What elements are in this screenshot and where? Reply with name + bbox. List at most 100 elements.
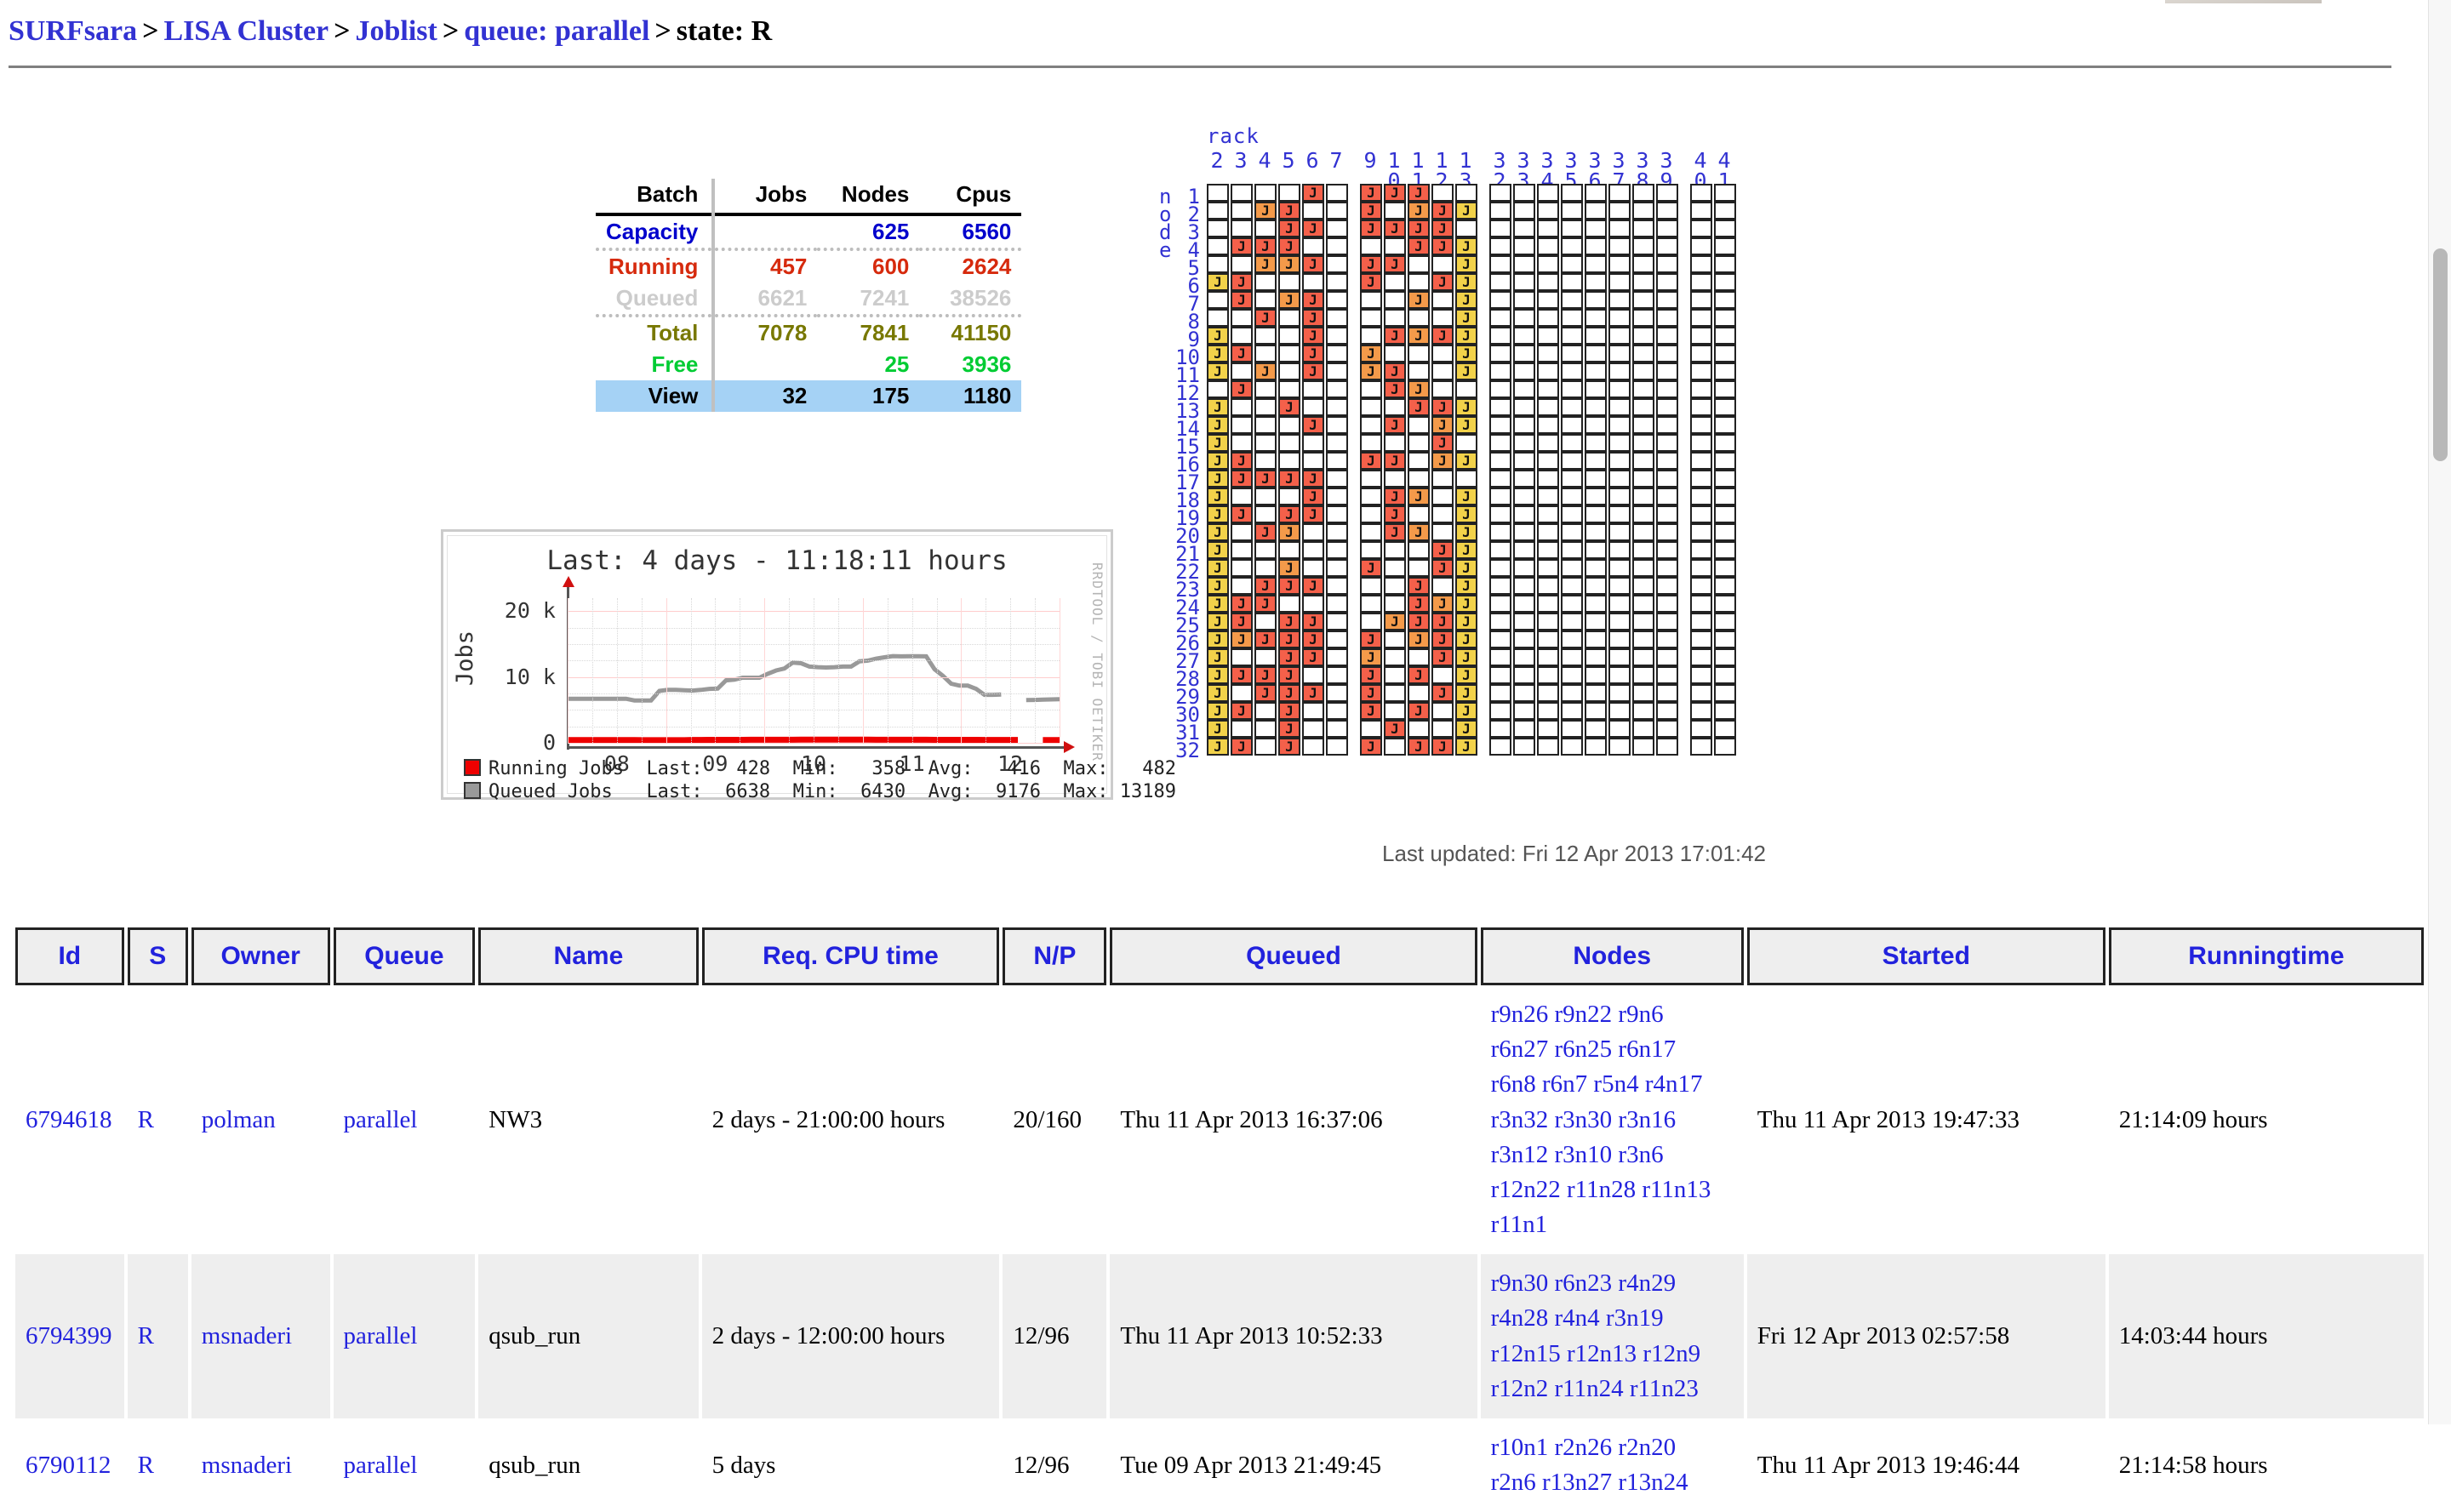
rack-cell-free[interactable] bbox=[1254, 345, 1277, 362]
rack-cell-free[interactable] bbox=[1537, 684, 1559, 702]
jobs-link-queue[interactable]: parallel bbox=[344, 1452, 418, 1479]
rack-cell-free[interactable] bbox=[1455, 380, 1477, 398]
rack-cell-occupied[interactable]: J bbox=[1254, 309, 1277, 327]
rack-cell-free[interactable] bbox=[1431, 666, 1454, 684]
jobs-cell-queue[interactable]: parallel bbox=[334, 1418, 476, 1512]
rack-cell-free[interactable] bbox=[1489, 470, 1511, 488]
rack-cell-free[interactable] bbox=[1326, 505, 1348, 523]
rack-cell-free[interactable] bbox=[1656, 291, 1678, 309]
rack-cell-free[interactable] bbox=[1656, 702, 1678, 720]
rack-cell-occupied[interactable]: J bbox=[1278, 202, 1300, 220]
rack-cell-free[interactable] bbox=[1513, 398, 1535, 416]
rack-cell-occupied[interactable]: J bbox=[1455, 362, 1477, 380]
jobs-link-id[interactable]: 6790112 bbox=[26, 1452, 111, 1479]
rack-cell-free[interactable] bbox=[1537, 470, 1559, 488]
rack-cell-free[interactable] bbox=[1231, 488, 1253, 505]
rack-cell-free[interactable] bbox=[1513, 702, 1535, 720]
rack-cell-free[interactable] bbox=[1513, 255, 1535, 273]
rack-cell-occupied[interactable]: J bbox=[1431, 541, 1454, 559]
jobs-cell-nodes[interactable]: r10n1 r2n26 r2n20r2n6 r13n27 r13n24 bbox=[1481, 1418, 1744, 1512]
rack-cell-free[interactable] bbox=[1513, 488, 1535, 505]
rack-cell-occupied[interactable]: J bbox=[1207, 416, 1229, 434]
rack-cell-free[interactable] bbox=[1608, 309, 1631, 327]
rack-cell-free[interactable] bbox=[1632, 613, 1654, 630]
rack-cell-free[interactable] bbox=[1254, 416, 1277, 434]
rack-cell-free[interactable] bbox=[1608, 613, 1631, 630]
rack-cell-free[interactable] bbox=[1431, 380, 1454, 398]
rack-cell-free[interactable] bbox=[1408, 434, 1430, 452]
rack-cell-free[interactable] bbox=[1608, 184, 1631, 202]
rack-cell-free[interactable] bbox=[1632, 541, 1654, 559]
rack-cell-free[interactable] bbox=[1326, 273, 1348, 291]
rack-cell-free[interactable] bbox=[1608, 452, 1631, 470]
rack-cell-occupied[interactable]: J bbox=[1302, 184, 1324, 202]
rack-cell-free[interactable] bbox=[1231, 327, 1253, 345]
rack-cell-free[interactable] bbox=[1489, 720, 1511, 738]
rack-cell-occupied[interactable]: J bbox=[1408, 523, 1430, 541]
rack-cell-free[interactable] bbox=[1384, 666, 1406, 684]
rack-cell-free[interactable] bbox=[1714, 273, 1736, 291]
rack-cell-free[interactable] bbox=[1207, 202, 1229, 220]
rack-cell-free[interactable] bbox=[1360, 470, 1382, 488]
rack-cell-occupied[interactable]: J bbox=[1278, 720, 1300, 738]
rack-cell-free[interactable] bbox=[1302, 738, 1324, 756]
rack-cell-free[interactable] bbox=[1326, 613, 1348, 630]
rack-cell-free[interactable] bbox=[1513, 184, 1535, 202]
rack-cell-free[interactable] bbox=[1360, 434, 1382, 452]
rack-cell-free[interactable] bbox=[1326, 237, 1348, 255]
rack-cell-free[interactable] bbox=[1608, 255, 1631, 273]
rack-cell-free[interactable] bbox=[1561, 613, 1583, 630]
rack-cell-free[interactable] bbox=[1231, 577, 1253, 595]
rack-cell-free[interactable] bbox=[1714, 309, 1736, 327]
rack-cell-free[interactable] bbox=[1608, 505, 1631, 523]
rack-cell-free[interactable] bbox=[1690, 255, 1712, 273]
rack-cell-free[interactable] bbox=[1326, 559, 1348, 577]
rack-cell-occupied[interactable]: J bbox=[1278, 577, 1300, 595]
jobs-cell-owner[interactable]: msnaderi bbox=[191, 1254, 330, 1418]
rack-cell-occupied[interactable]: J bbox=[1278, 470, 1300, 488]
rack-cell-free[interactable] bbox=[1690, 273, 1712, 291]
jobs-header-owner[interactable]: Owner bbox=[191, 927, 330, 985]
rack-cell-free[interactable] bbox=[1656, 380, 1678, 398]
rack-cell-free[interactable] bbox=[1608, 327, 1631, 345]
rack-cell-free[interactable] bbox=[1714, 237, 1736, 255]
rack-cell-free[interactable] bbox=[1585, 345, 1607, 362]
rack-cell-occupied[interactable]: J bbox=[1302, 220, 1324, 237]
rack-cell-free[interactable] bbox=[1585, 559, 1607, 577]
rack-cell-free[interactable] bbox=[1489, 184, 1511, 202]
rack-cell-occupied[interactable]: J bbox=[1302, 291, 1324, 309]
rack-cell-free[interactable] bbox=[1513, 452, 1535, 470]
rack-cell-free[interactable] bbox=[1326, 255, 1348, 273]
rack-cell-free[interactable] bbox=[1656, 684, 1678, 702]
rack-cell-free[interactable] bbox=[1489, 345, 1511, 362]
rack-cell-free[interactable] bbox=[1561, 398, 1583, 416]
rack-cell-free[interactable] bbox=[1431, 345, 1454, 362]
rack-cell-free[interactable] bbox=[1585, 505, 1607, 523]
jobs-cell-id[interactable]: 6794618 bbox=[15, 985, 124, 1254]
rack-cell-occupied[interactable]: J bbox=[1455, 273, 1477, 291]
rack-cell-occupied[interactable]: J bbox=[1360, 630, 1382, 648]
rack-cell-free[interactable] bbox=[1585, 702, 1607, 720]
jobs-cell-state[interactable]: R bbox=[128, 985, 188, 1254]
rack-cell-occupied[interactable]: J bbox=[1455, 237, 1477, 255]
rack-cell-occupied[interactable]: J bbox=[1207, 613, 1229, 630]
rack-cell-occupied[interactable]: J bbox=[1384, 327, 1406, 345]
rack-cell-free[interactable] bbox=[1608, 702, 1631, 720]
rack-cell-free[interactable] bbox=[1656, 720, 1678, 738]
rack-cell-free[interactable] bbox=[1326, 541, 1348, 559]
rack-cell-free[interactable] bbox=[1537, 738, 1559, 756]
rack-cell-occupied[interactable]: J bbox=[1408, 488, 1430, 505]
rack-cell-free[interactable] bbox=[1608, 416, 1631, 434]
rack-cell-free[interactable] bbox=[1302, 398, 1324, 416]
rack-cell-free[interactable] bbox=[1360, 327, 1382, 345]
rack-cell-free[interactable] bbox=[1632, 220, 1654, 237]
rack-cell-free[interactable] bbox=[1513, 720, 1535, 738]
rack-cell-occupied[interactable]: J bbox=[1207, 702, 1229, 720]
rack-cell-free[interactable] bbox=[1384, 291, 1406, 309]
rack-cell-occupied[interactable]: J bbox=[1384, 523, 1406, 541]
rack-cell-free[interactable] bbox=[1656, 362, 1678, 380]
jobs-cell-queue[interactable]: parallel bbox=[334, 1254, 476, 1418]
rack-cell-free[interactable] bbox=[1561, 327, 1583, 345]
rack-cell-free[interactable] bbox=[1608, 273, 1631, 291]
rack-cell-free[interactable] bbox=[1585, 488, 1607, 505]
